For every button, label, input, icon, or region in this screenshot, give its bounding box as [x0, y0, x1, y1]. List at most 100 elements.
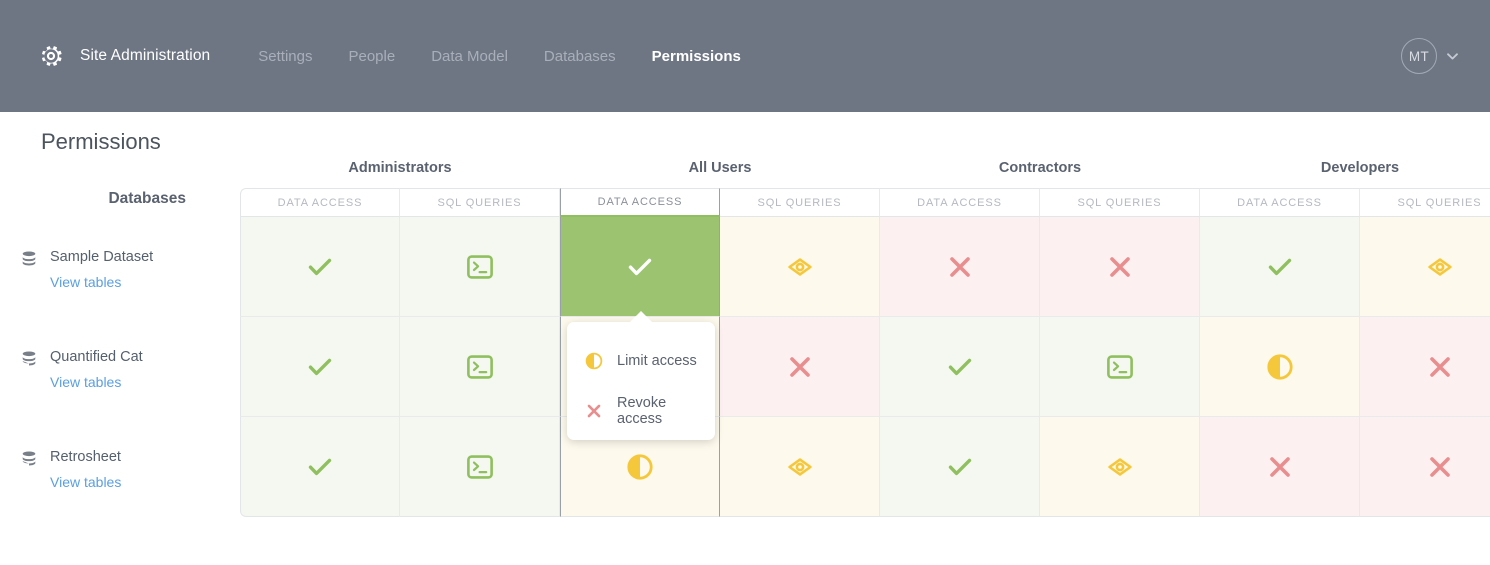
terminal-icon [465, 352, 495, 382]
column-header-all-users-data-access[interactable]: DATA ACCESS [560, 188, 720, 217]
group-header-row: Administrators All Users Contractors Dev… [240, 160, 1490, 188]
permission-cell-limited[interactable] [1360, 217, 1490, 317]
nav-item-settings[interactable]: Settings [258, 48, 312, 65]
subcolumn-header-row: DATA ACCESS SQL QUERIES DATA ACCESS SQL … [240, 188, 1490, 217]
permission-cell-limited[interactable] [720, 417, 880, 517]
permission-cell-granted[interactable] [400, 317, 560, 417]
permission-cell-revoked[interactable] [880, 217, 1040, 317]
database-name: Sample Dataset [50, 249, 154, 265]
group-header-contractors: Contractors [998, 160, 1082, 176]
check-icon [305, 252, 335, 282]
check-icon [305, 352, 335, 382]
column-header-contractors-data-access[interactable]: DATA ACCESS [880, 188, 1040, 217]
list-item[interactable]: Quantified Cat View tables [20, 340, 240, 440]
permission-cell-limited[interactable] [1040, 417, 1200, 517]
permission-cell-granted[interactable] [400, 217, 560, 317]
column-header-administrators-data-access[interactable]: DATA ACCESS [240, 188, 400, 217]
nav-item-databases[interactable]: Databases [544, 48, 616, 65]
x-icon [1427, 354, 1453, 380]
permission-cell-active[interactable] [560, 217, 720, 317]
brand-label: Site Administration [80, 47, 211, 64]
popup-item-label: Revoke access [617, 395, 667, 427]
popup-item-limit-access[interactable]: Limit access [567, 336, 715, 386]
column-header-developers-data-access[interactable]: DATA ACCESS [1200, 188, 1360, 217]
permission-cell-granted[interactable] [880, 317, 1040, 417]
top-navigation-bar: Site Administration Settings People Data… [0, 0, 1490, 112]
group-header-developers: Developers [1320, 160, 1400, 176]
table-row [240, 417, 1490, 517]
permissions-grid: Administrators All Users Contractors Dev… [240, 160, 1490, 517]
table-row [240, 217, 1490, 317]
nav-item-data-model[interactable]: Data Model [431, 48, 508, 65]
x-icon [947, 254, 973, 280]
check-icon [945, 452, 975, 482]
brand[interactable]: Site Administration [38, 43, 210, 69]
column-header-developers-sql-queries[interactable]: SQL QUERIES [1360, 188, 1490, 217]
check-icon [625, 252, 655, 282]
database-name: Retrosheet [50, 449, 121, 465]
half-circle-icon [585, 352, 603, 370]
permission-cell-revoked[interactable] [1360, 417, 1490, 517]
x-icon [1427, 454, 1453, 480]
permission-cell-granted[interactable] [1200, 217, 1360, 317]
gear-icon [38, 43, 64, 69]
profile-menu[interactable]: MT [1401, 38, 1458, 74]
popup-arrow [629, 311, 653, 323]
permission-cell-granted[interactable] [880, 417, 1040, 517]
x-icon [1267, 454, 1293, 480]
list-item[interactable]: Retrosheet View tables [20, 440, 240, 540]
column-header-all-users-sql-queries[interactable]: SQL QUERIES [720, 188, 880, 217]
database-icon [20, 248, 50, 273]
permission-cell-granted[interactable] [240, 417, 400, 517]
nav-item-people[interactable]: People [348, 48, 395, 65]
permission-popup-menu: Limit access Revoke access [567, 311, 715, 440]
check-icon [945, 352, 975, 382]
view-tables-link[interactable]: View tables [50, 374, 143, 391]
permission-cell-limited[interactable] [1200, 317, 1360, 417]
table-row [240, 317, 1490, 417]
permission-cell-granted[interactable] [400, 417, 560, 517]
grid-body [240, 217, 1490, 517]
column-header-contractors-sql-queries[interactable]: SQL QUERIES [1040, 188, 1200, 217]
permission-cell-granted[interactable] [240, 317, 400, 417]
view-tables-link[interactable]: View tables [50, 274, 153, 291]
avatar: MT [1401, 38, 1437, 74]
column-header-administrators-sql-queries[interactable]: SQL QUERIES [400, 188, 560, 217]
x-icon [585, 402, 603, 420]
page-title: Permissions [41, 129, 161, 154]
terminal-icon [1105, 352, 1135, 382]
permission-cell-revoked[interactable] [1200, 417, 1360, 517]
permission-cell-revoked[interactable] [1040, 217, 1200, 317]
group-header-all-users: All Users [688, 160, 752, 176]
half-circle-icon [1266, 353, 1294, 381]
check-icon [1265, 252, 1295, 282]
chevron-down-icon [1437, 52, 1458, 60]
check-icon [305, 452, 335, 482]
eye-icon [1425, 252, 1455, 282]
eye-icon [785, 252, 815, 282]
databases-heading: Databases [108, 190, 186, 207]
popup-item-revoke-access[interactable]: Revoke access [567, 386, 715, 436]
database-icon [20, 348, 50, 373]
x-icon [1107, 254, 1133, 280]
nav-items: Settings People Data Model Databases Per… [258, 48, 777, 65]
permission-cell-granted[interactable] [240, 217, 400, 317]
popup-item-label: Limit access [617, 353, 697, 369]
eye-icon [1105, 452, 1135, 482]
eye-icon [785, 452, 815, 482]
nav-item-permissions[interactable]: Permissions [652, 48, 741, 65]
permission-cell-revoked[interactable] [1360, 317, 1490, 417]
view-tables-link[interactable]: View tables [50, 474, 121, 491]
half-circle-icon [626, 453, 654, 481]
list-item[interactable]: Sample Dataset View tables [20, 240, 240, 340]
database-name: Quantified Cat [50, 349, 143, 365]
permission-cell-revoked[interactable] [720, 317, 880, 417]
database-list: Sample Dataset View tables Quantified Ca… [20, 240, 240, 540]
permission-cell-limited[interactable] [720, 217, 880, 317]
group-header-administrators: Administrators [348, 160, 452, 176]
x-icon [787, 354, 813, 380]
terminal-icon [465, 452, 495, 482]
terminal-icon [465, 252, 495, 282]
database-icon [20, 448, 50, 473]
permission-cell-granted[interactable] [1040, 317, 1200, 417]
